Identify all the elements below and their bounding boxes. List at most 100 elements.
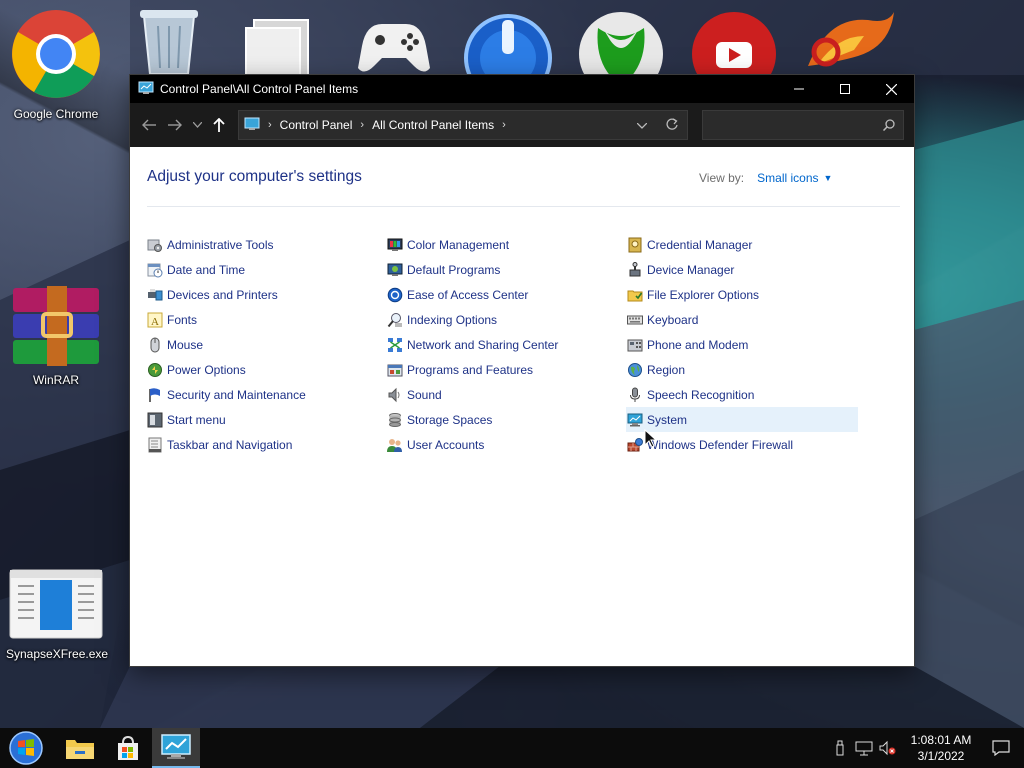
xbox-desktop-icon[interactable] bbox=[576, 6, 666, 96]
usb-device-icon[interactable] bbox=[828, 740, 852, 756]
cp-item-mouse[interactable]: Mouse bbox=[146, 332, 378, 357]
cp-item-devices-and-printers[interactable]: Devices and Printers bbox=[146, 282, 378, 307]
cp-item-device-manager[interactable]: Device Manager bbox=[626, 257, 858, 282]
cp-item-label[interactable]: User Accounts bbox=[407, 438, 484, 452]
cp-item-fonts[interactable]: A Fonts bbox=[146, 307, 378, 332]
cp-item-user-accounts[interactable]: User Accounts bbox=[386, 432, 618, 457]
view-by-value[interactable]: Small icons bbox=[757, 171, 818, 185]
cp-item-label[interactable]: Network and Sharing Center bbox=[407, 338, 558, 352]
winrar-desktop-icon[interactable]: WinRAR bbox=[6, 286, 106, 387]
youtube-desktop-icon[interactable] bbox=[688, 6, 780, 96]
recent-locations-button[interactable] bbox=[190, 111, 204, 139]
caret-down-icon[interactable]: ▼ bbox=[824, 173, 833, 183]
cp-item-ease-of-access-center[interactable]: Ease of Access Center bbox=[386, 282, 618, 307]
cp-item-label[interactable]: Administrative Tools bbox=[167, 238, 274, 252]
cp-item-programs-and-features[interactable]: Programs and Features bbox=[386, 357, 618, 382]
search-icon[interactable] bbox=[883, 119, 895, 131]
cp-item-power-options[interactable]: Power Options bbox=[146, 357, 378, 382]
phoenix-desktop-icon[interactable] bbox=[798, 6, 898, 81]
refresh-button[interactable] bbox=[657, 117, 687, 133]
clock-date: 3/1/2022 bbox=[917, 749, 965, 763]
cp-item-label[interactable]: Windows Defender Firewall bbox=[647, 438, 793, 452]
address-history-button[interactable] bbox=[627, 118, 657, 132]
cp-item-label[interactable]: Keyboard bbox=[647, 313, 698, 327]
network-status-icon[interactable] bbox=[852, 740, 876, 756]
breadcrumb-separator[interactable]: › bbox=[502, 119, 506, 131]
cp-item-credential-manager[interactable]: Credential Manager bbox=[626, 232, 858, 257]
back-button[interactable] bbox=[138, 111, 160, 139]
cp-item-administrative-tools[interactable]: Administrative Tools bbox=[146, 232, 378, 257]
breadcrumb-all-items[interactable]: All Control Panel Items bbox=[372, 118, 494, 132]
flag-icon bbox=[149, 387, 160, 402]
minimize-icon bbox=[794, 88, 804, 90]
cp-item-speech-recognition[interactable]: Speech Recognition bbox=[626, 382, 858, 407]
address-bar[interactable]: › Control Panel › All Control Panel Item… bbox=[238, 110, 688, 140]
cp-item-label[interactable]: Sound bbox=[407, 388, 442, 402]
cp-item-label[interactable]: Devices and Printers bbox=[167, 288, 278, 302]
taskbar-microsoft-store[interactable] bbox=[104, 728, 152, 768]
taskbar-file-explorer[interactable] bbox=[56, 728, 104, 768]
cp-item-keyboard[interactable]: Keyboard bbox=[626, 307, 858, 332]
cp-item-region[interactable]: Region bbox=[626, 357, 858, 382]
cp-item-label[interactable]: Power Options bbox=[167, 363, 246, 377]
cp-item-sound[interactable]: Sound bbox=[386, 382, 618, 407]
cp-item-taskbar-and-navigation[interactable]: Taskbar and Navigation bbox=[146, 432, 378, 457]
youtube-icon bbox=[692, 12, 776, 96]
forward-button[interactable] bbox=[164, 111, 186, 139]
cp-item-label[interactable]: Region bbox=[647, 363, 685, 377]
cp-item-label[interactable]: Device Manager bbox=[647, 263, 734, 277]
cp-item-network-and-sharing-center[interactable]: Network and Sharing Center bbox=[386, 332, 618, 357]
cp-item-label[interactable]: Mouse bbox=[167, 338, 203, 352]
search-input[interactable] bbox=[703, 118, 883, 132]
volume-muted-icon[interactable] bbox=[876, 740, 900, 756]
cp-item-label[interactable]: Start menu bbox=[167, 413, 226, 427]
cp-item-label[interactable]: Programs and Features bbox=[407, 363, 533, 377]
cp-item-label[interactable]: Storage Spaces bbox=[407, 413, 492, 427]
cp-item-start-menu[interactable]: Start menu bbox=[146, 407, 378, 432]
cp-item-date-and-time[interactable]: Date and Time bbox=[146, 257, 378, 282]
view-by-dropdown[interactable]: Small icons ▼ bbox=[757, 171, 832, 185]
power-desktop-icon[interactable] bbox=[462, 6, 554, 102]
cp-item-label[interactable]: Color Management bbox=[407, 238, 509, 252]
action-center-button[interactable] bbox=[978, 740, 1024, 756]
cp-item-label[interactable]: Speech Recognition bbox=[647, 388, 754, 402]
cp-item-indexing-options[interactable]: Indexing Options bbox=[386, 307, 618, 332]
documents-desktop-icon[interactable] bbox=[240, 6, 324, 83]
recycle-bin-desktop-icon[interactable] bbox=[132, 6, 206, 81]
up-button[interactable] bbox=[208, 111, 230, 139]
cp-item-label[interactable]: Ease of Access Center bbox=[407, 288, 528, 302]
close-button[interactable] bbox=[868, 75, 914, 103]
cp-item-file-explorer-options[interactable]: File Explorer Options bbox=[626, 282, 858, 307]
search-box[interactable] bbox=[702, 110, 904, 140]
breadcrumb-separator[interactable]: › bbox=[268, 119, 272, 131]
cp-item-label[interactable]: Fonts bbox=[167, 313, 197, 327]
cp-item-label[interactable]: File Explorer Options bbox=[647, 288, 759, 302]
cp-item-label[interactable]: System bbox=[647, 413, 687, 427]
maximize-button[interactable] bbox=[822, 75, 868, 103]
xbox-controller-desktop-icon[interactable] bbox=[352, 6, 436, 81]
minimize-button[interactable] bbox=[776, 75, 822, 103]
cp-item-storage-spaces[interactable]: Storage Spaces bbox=[386, 407, 618, 432]
cp-item-label[interactable]: Taskbar and Navigation bbox=[167, 438, 292, 452]
cp-item-label[interactable]: Phone and Modem bbox=[647, 338, 748, 352]
start-button[interactable] bbox=[0, 728, 52, 768]
taskbar-clock[interactable]: 1:08:01 AM 3/1/2022 bbox=[904, 732, 978, 764]
cp-item-security-and-maintenance[interactable]: Security and Maintenance bbox=[146, 382, 378, 407]
cp-item-label[interactable]: Indexing Options bbox=[407, 313, 497, 327]
breadcrumb-separator[interactable]: › bbox=[360, 119, 364, 131]
cp-item-color-management[interactable]: Color Management bbox=[386, 232, 618, 257]
taskbar-control-panel[interactable] bbox=[152, 728, 200, 768]
cp-item-phone-and-modem[interactable]: Phone and Modem bbox=[626, 332, 858, 357]
cp-item-label[interactable]: Date and Time bbox=[167, 263, 245, 277]
cp-item-default-programs[interactable]: Default Programs bbox=[386, 257, 618, 282]
cp-item-label[interactable]: Security and Maintenance bbox=[167, 388, 306, 402]
google-chrome-desktop-icon[interactable]: Google Chrome bbox=[6, 8, 106, 121]
start-menu-icon bbox=[147, 412, 163, 427]
synapsexfree-desktop-icon[interactable]: SynapseXFree.exe bbox=[6, 568, 108, 661]
cp-item-windows-defender-firewall[interactable]: Windows Defender Firewall bbox=[626, 432, 858, 457]
cp-item-system[interactable]: System bbox=[626, 407, 858, 432]
cp-item-label[interactable]: Credential Manager bbox=[647, 238, 752, 252]
title-bar[interactable]: Control Panel\All Control Panel Items bbox=[130, 75, 914, 103]
breadcrumb-control-panel[interactable]: Control Panel bbox=[280, 118, 353, 132]
cp-item-label[interactable]: Default Programs bbox=[407, 263, 500, 277]
